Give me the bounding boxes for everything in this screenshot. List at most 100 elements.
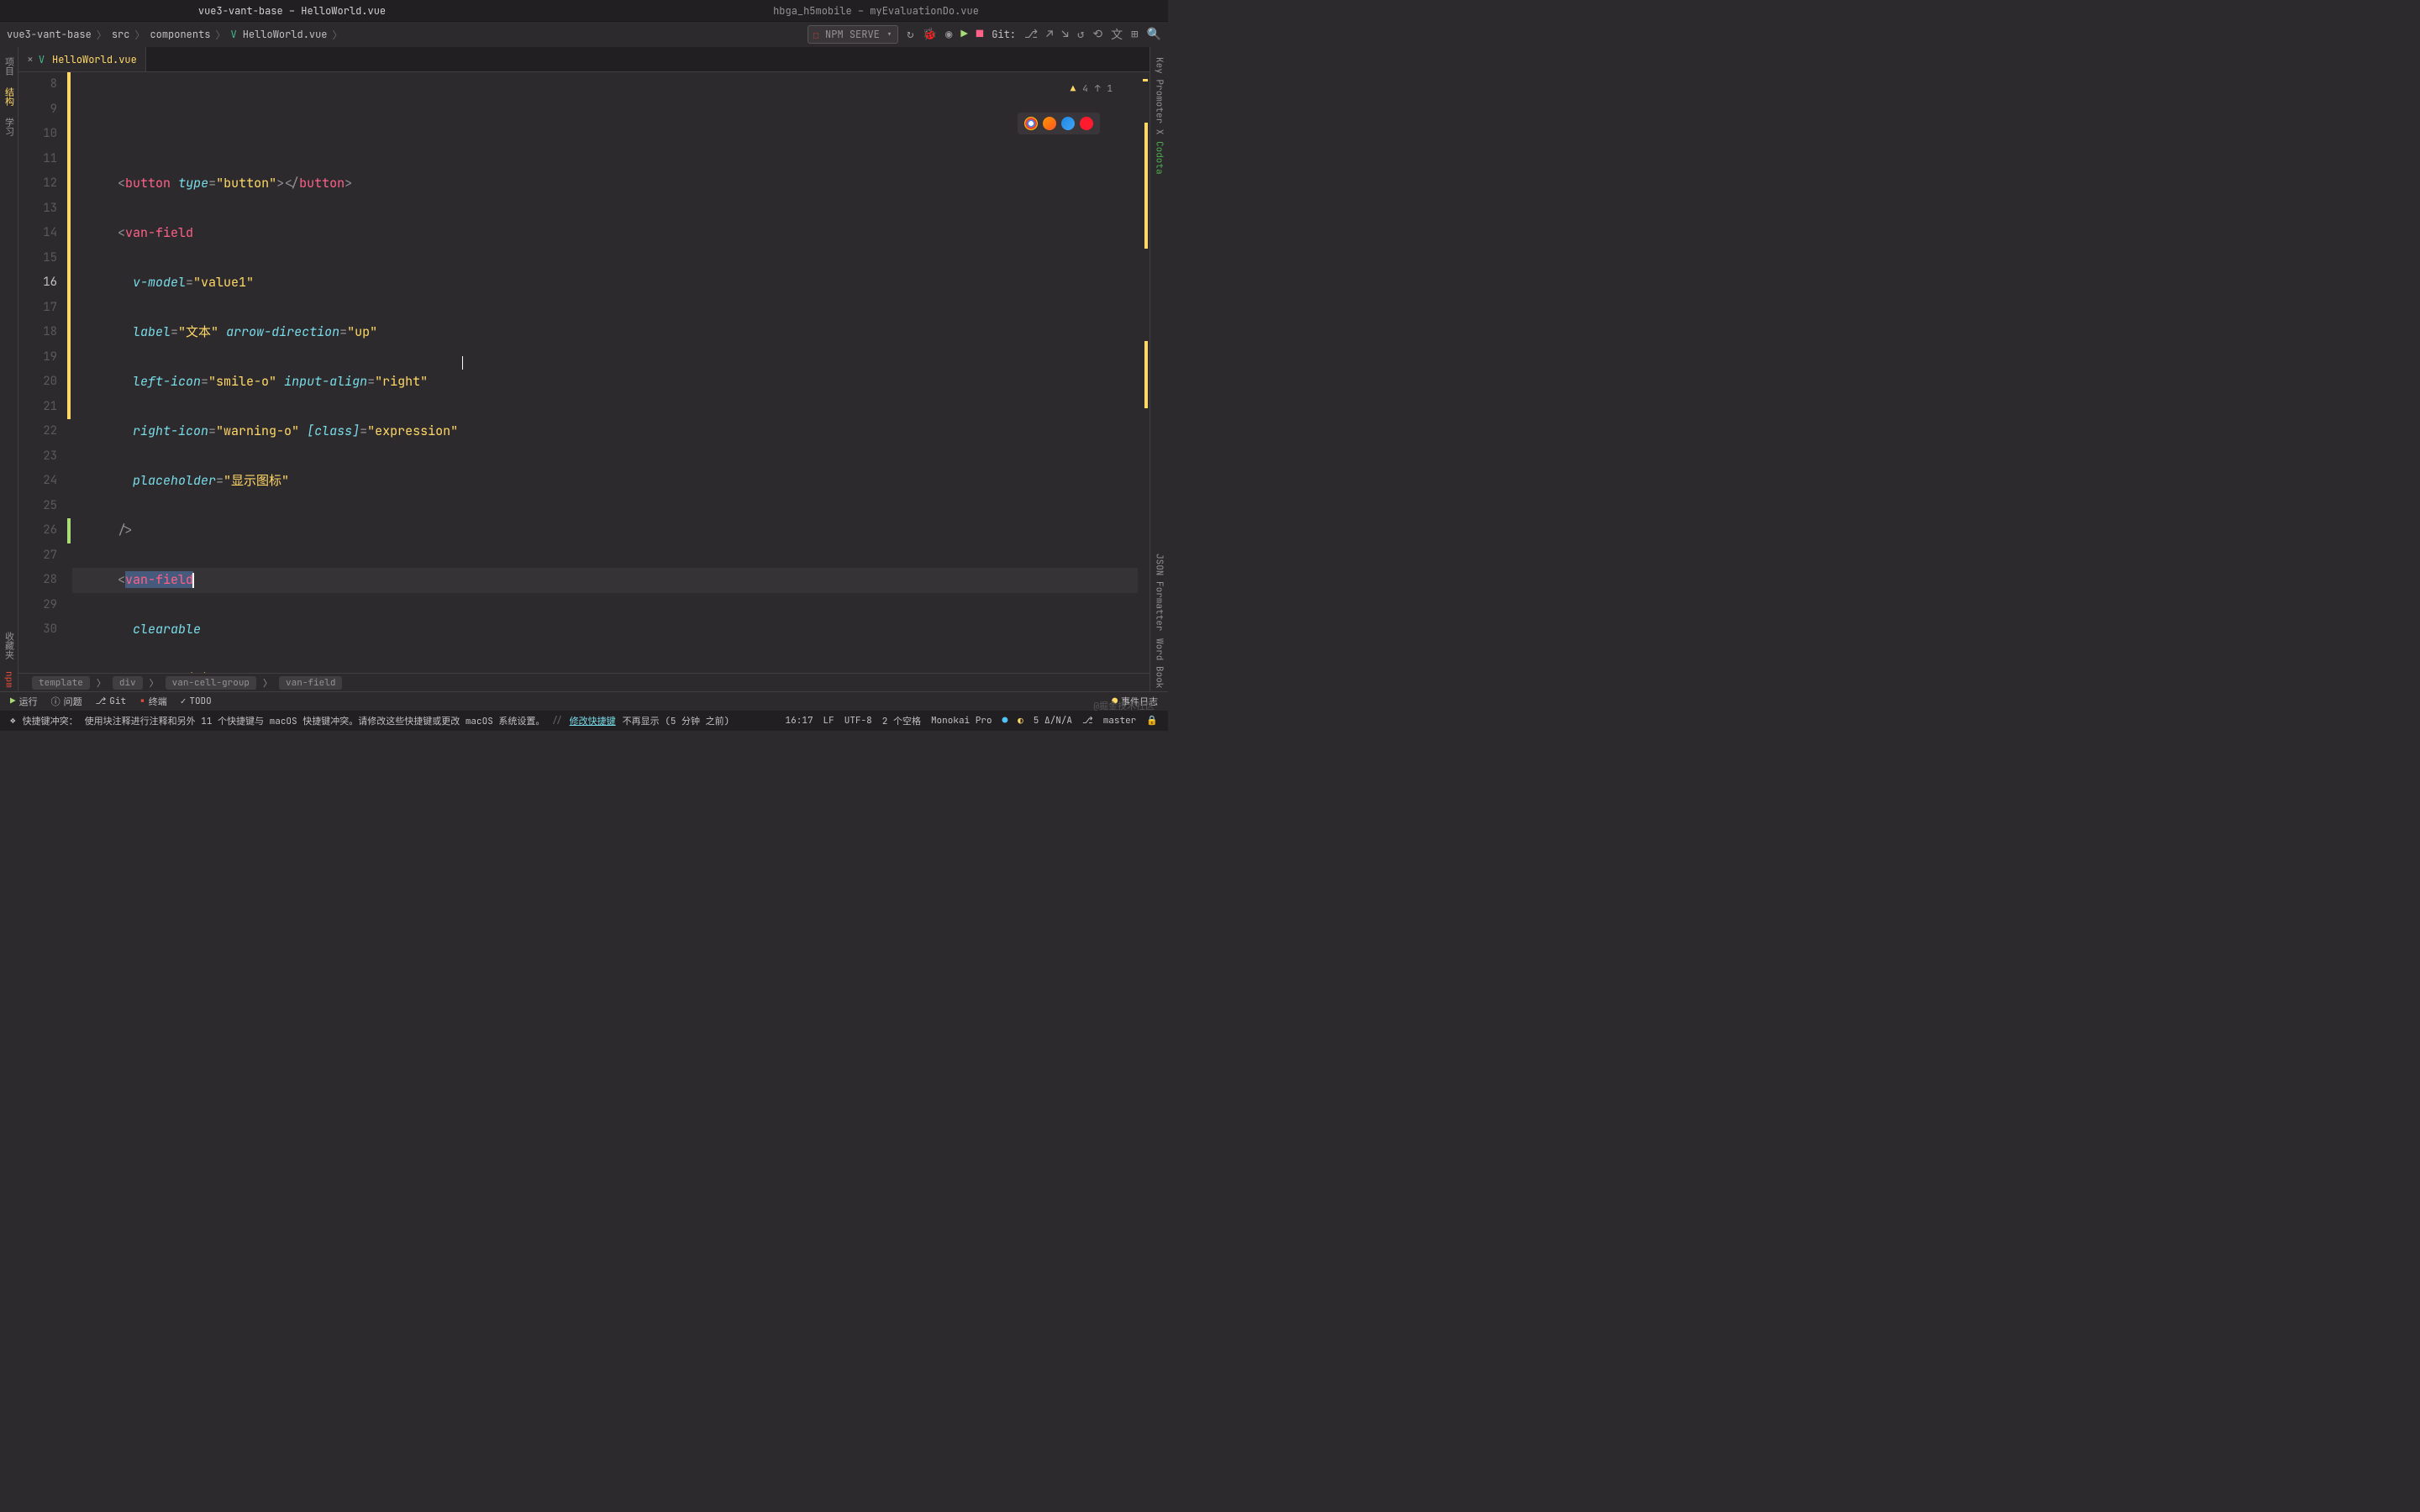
up-arrow-icon: ↑ [1095,77,1101,102]
git-branch-icon[interactable]: ⎇ [1024,27,1038,42]
status-message: 使用块注释进行注释和另外 11 个快捷键与 macOS 快捷键冲突。请修改这些快… [85,714,545,727]
sidebar-json-formatter[interactable]: JSON Formatter [1152,550,1167,634]
line-separator[interactable]: LF [823,715,834,727]
search-icon[interactable]: 🔍 [1147,27,1161,42]
bc-van-field[interactable]: van-field [279,676,342,690]
translate-icon[interactable]: 文 [1111,26,1123,43]
file-tab-active[interactable]: × V HelloWorld.vue [18,47,146,71]
title-bar: vue3-vant-base – HelloWorld.vue hbga_h5m… [0,0,1168,22]
sidebar-key-promoter[interactable]: Key Promoter X [1152,54,1167,138]
analysis-status[interactable]: 5 Δ/N/A [1034,715,1072,727]
info-icon: ⓘ [51,695,60,708]
sidebar-learn[interactable]: 学习 [1,114,18,139]
history-icon[interactable]: ↺ [1077,27,1084,42]
breadcrumb-file[interactable]: HelloWorld.vue [243,28,328,41]
breadcrumb-project[interactable]: vue3-vant-base [7,28,92,41]
bug-icon[interactable]: 🐞 [923,27,937,42]
sidebar-structure[interactable]: 结构 [1,84,18,109]
minimap-change [1144,341,1148,408]
run-config-selector[interactable]: ⬚ NPM SERVE ▾ [808,25,898,44]
file-tab-name: HelloWorld.vue [52,53,137,66]
breadcrumb-src[interactable]: src [112,28,130,41]
sidebar-favorites[interactable]: 收藏夹 [1,628,18,663]
chevron-right-icon: 〉 [150,676,159,690]
npm-icon: ⬚ [813,29,818,40]
git-branch-icon: ⎇ [1082,715,1093,727]
modify-shortcut-link[interactable]: 修改快捷键 [570,714,616,727]
status-suffix: 不再显示 (5 分钟 之前) [623,714,730,727]
cursor-position[interactable]: 16:17 [786,715,813,727]
file-encoding[interactable]: UTF-8 [844,715,872,727]
warning-count: 4 [1082,77,1088,102]
code-editor[interactable]: 8910111213141516171819202122232425262728… [18,72,1150,673]
chevron-right-icon: 〉 [97,676,106,690]
status-bar: ❖ 快捷键冲突： 使用块注释进行注释和另外 11 个快捷键与 macOS 快捷键… [0,711,1168,731]
git-icon: ⎇ [96,696,107,707]
structure-breadcrumb: template 〉 div 〉 van-cell-group 〉 van-fi… [18,673,1150,691]
breadcrumb-components[interactable]: components [150,28,210,41]
terminal-tool[interactable]: ▪终端 [139,695,167,708]
close-tab-icon[interactable]: × [27,52,34,66]
chevron-right-icon: 〉 [333,28,343,42]
status-prefix: 快捷键冲突： [23,714,78,727]
sidebar-word-book[interactable]: Word Book [1152,635,1167,691]
git-pull-icon[interactable]: ↘ [1062,27,1069,42]
bc-template[interactable]: template [32,676,90,690]
vue-file-icon: V [230,28,236,41]
minimap-change [1144,123,1148,249]
watermark: @掘金技术社区 [1093,699,1155,712]
todo-tool[interactable]: ✓TODO [181,696,212,707]
bc-div[interactable]: div [113,676,143,690]
play-icon[interactable]: ▶ [960,27,967,42]
refresh-icon[interactable]: ↻ [907,27,913,42]
navigation-bar: vue3-vant-base 〉 src 〉 components 〉 V He… [0,22,1168,47]
analysis-icon: ◐ [1018,715,1023,727]
git-tool[interactable]: ⎇Git [96,696,127,707]
firefox-icon[interactable] [1043,117,1056,130]
stop-icon[interactable]: ■ [976,27,983,42]
line-gutter: 8910111213141516171819202122232425262728… [18,72,69,673]
chevron-right-icon: 〉 [134,28,145,42]
text-cursor [192,573,194,588]
play-icon: ▶ [10,696,16,707]
browser-preview-icons [1018,113,1100,134]
opera-icon[interactable] [1080,117,1093,130]
bc-cell-group[interactable]: van-cell-group [166,676,256,690]
git-push-icon[interactable]: ↗ [1046,27,1053,42]
status-icon[interactable]: ❖ [10,715,16,727]
warning-icon: ▲ [1071,77,1076,102]
mouse-cursor-ibeam [462,356,463,370]
safari-icon[interactable] [1061,117,1075,130]
inspection-widget[interactable]: ▲4 ↑1 [1071,77,1113,102]
lock-icon[interactable]: 🔒 [1146,715,1158,727]
status-dot-icon: ● [1002,715,1008,727]
code-content[interactable]: ▲4 ↑1 <button type="button"></button> <v… [69,72,1138,673]
coverage-icon[interactable]: ◉ [945,27,952,42]
right-tool-sidebar: Key Promoter X Codota JSON Formatter Wor… [1150,47,1168,691]
file-tabs: × V HelloWorld.vue [18,47,1150,72]
run-config-label: NPM SERVE [825,28,880,41]
ide-settings-icon[interactable]: ⊞ [1131,27,1138,42]
main-layout: 项目 结构 学习 收藏夹 npm × V HelloWorld.vue 8910… [0,47,1168,691]
git-branch[interactable]: master [1103,715,1137,727]
color-scheme[interactable]: Monokai Pro [931,715,992,727]
rollback-icon[interactable]: ⟲ [1092,27,1102,42]
run-tool[interactable]: ▶运行 [10,695,38,708]
chevron-right-icon: 〉 [263,676,272,690]
typo-count: 1 [1107,77,1113,102]
window-tab-inactive[interactable]: hbga_h5mobile – myEvaluationDo.vue [584,1,1168,21]
sidebar-project[interactable]: 项目 [1,54,18,79]
breadcrumb: vue3-vant-base 〉 src 〉 components 〉 V He… [7,28,345,42]
indent-setting[interactable]: 2 个空格 [882,714,921,727]
todo-icon: ✓ [181,696,187,707]
problems-tool[interactable]: ⓘ问题 [51,695,82,708]
chrome-icon[interactable] [1024,117,1038,130]
window-tab-active[interactable]: vue3-vant-base – HelloWorld.vue [0,1,584,21]
sidebar-codota[interactable]: Codota [1152,138,1167,178]
minimap-warning [1143,79,1148,81]
bottom-tool-bar: ▶运行 ⓘ问题 ⎇Git ▪终端 ✓TODO ●事件日志 [0,691,1168,711]
scrollbar-minimap[interactable] [1138,72,1150,673]
chevron-right-icon: 〉 [215,28,225,42]
sidebar-npm[interactable]: npm [2,668,17,691]
vue-file-icon: V [39,53,45,66]
